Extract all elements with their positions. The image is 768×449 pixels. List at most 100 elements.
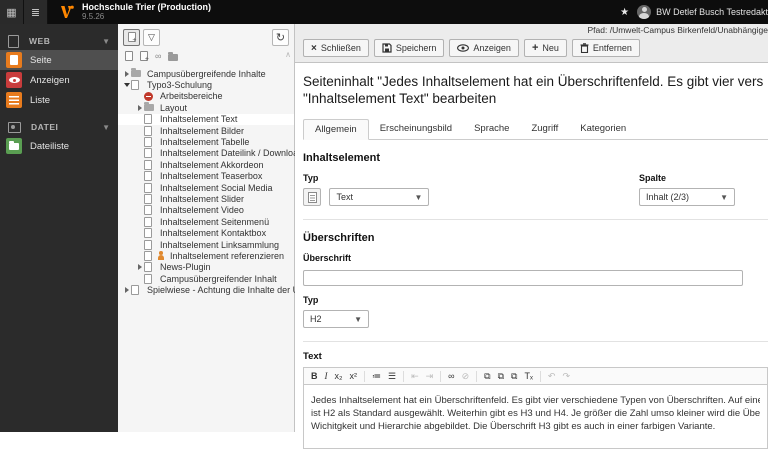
sidebar-item-anzeigen[interactable]: Anzeigen xyxy=(0,70,118,90)
tree-item[interactable]: Layout xyxy=(118,102,294,113)
new-link-icon[interactable]: ∞ xyxy=(155,52,161,61)
tree-item[interactable]: Campusübergreifende Inhalte xyxy=(118,68,294,79)
superscript-icon[interactable]: x² xyxy=(350,371,358,381)
schließen-button[interactable]: × Schließen xyxy=(303,39,369,57)
scroll-up-icon[interactable]: ∧ xyxy=(285,50,291,59)
new-page-icon xyxy=(127,32,137,44)
tree-item[interactable]: Inhaltselement referenzieren xyxy=(118,250,294,261)
site-title-block[interactable]: Hochschule Trier (Production) 9.5.26 xyxy=(82,2,211,22)
tree-toggle-icon[interactable] xyxy=(122,83,131,88)
tree-item[interactable]: Inhaltselement Text xyxy=(118,113,294,125)
new-page-button[interactable] xyxy=(123,28,140,46)
tree-item[interactable]: Inhaltselement Social Media xyxy=(118,182,294,193)
button-label: Anzeigen xyxy=(473,43,511,53)
remove-format-icon[interactable]: Tₓ xyxy=(524,371,532,381)
tree-toggle-icon[interactable] xyxy=(122,287,131,294)
refresh-button[interactable]: ↻ xyxy=(272,28,289,46)
ordered-list-icon[interactable]: ≔ xyxy=(372,371,381,381)
tab-kategorien[interactable]: Kategorien xyxy=(569,119,637,139)
folder-icon xyxy=(131,68,141,78)
typo3-logo[interactable] xyxy=(58,3,76,21)
anzeigen-button[interactable]: Anzeigen xyxy=(449,39,519,57)
page-icon xyxy=(144,262,157,273)
tree-item-label: Inhaltselement Video xyxy=(160,205,244,216)
page-icon xyxy=(144,159,152,170)
tree-item-label: Inhaltselement Kontaktbox xyxy=(160,228,267,239)
undo-icon: ↶ xyxy=(547,371,556,381)
italic-icon[interactable]: I xyxy=(325,371,328,381)
tree-item[interactable]: Inhaltselement Kontaktbox xyxy=(118,227,294,239)
tree-toggle-icon[interactable] xyxy=(122,70,131,77)
paste-text-icon[interactable]: ⧉ xyxy=(498,371,504,381)
view-module-icon xyxy=(6,72,22,88)
tree-item-label: Campusübergreifende Inhalte xyxy=(147,68,266,79)
spalte-label: Spalte xyxy=(639,173,667,183)
ueberschrift-typ-select[interactable]: H2 ▼ xyxy=(303,310,369,328)
tree-item[interactable]: Typo3-Schulung xyxy=(118,79,294,91)
new-page-alt-icon[interactable] xyxy=(140,51,149,63)
toolbar-separator xyxy=(476,370,478,382)
paste-icon[interactable]: ⧉ xyxy=(484,371,490,381)
sidebar-item-dateiliste[interactable]: Dateiliste xyxy=(0,136,118,156)
tree-item-label: Inhaltselement Tabelle xyxy=(160,137,250,148)
tree-item[interactable]: Inhaltselement Teaserbox xyxy=(118,171,294,182)
paste-word-icon[interactable]: ⧉ xyxy=(511,371,517,381)
sidebar-item-liste[interactable]: Liste xyxy=(0,90,118,110)
caret-right-icon xyxy=(124,287,129,294)
page-icon xyxy=(144,205,157,216)
tree-item[interactable]: Inhaltselement Video xyxy=(118,205,294,216)
page-icon xyxy=(144,171,157,182)
tab-erscheinungsbild[interactable]: Erscheinungsbild xyxy=(369,119,463,139)
sidebar-item-seite[interactable]: Seite xyxy=(0,50,118,70)
filter-button[interactable]: ▽ xyxy=(143,28,160,46)
typ-select[interactable]: Text ▼ xyxy=(329,188,430,206)
speichern-button[interactable]: Speichern xyxy=(373,39,445,57)
tree-item[interactable]: News-Plugin xyxy=(118,262,294,273)
modules-grid-icon[interactable]: ▦ xyxy=(0,0,24,24)
star-icon[interactable]: ★ xyxy=(612,7,637,18)
tree-item[interactable]: Inhaltselement Bilder xyxy=(118,125,294,136)
tree-item[interactable]: Inhaltselement Linksammlung xyxy=(118,239,294,250)
tree-item[interactable]: Inhaltselement Slider xyxy=(118,193,294,204)
sidebar-item-label: Dateiliste xyxy=(30,140,70,152)
tree-item[interactable]: Inhaltselement Seitenmenü xyxy=(118,216,294,227)
tab-sprache[interactable]: Sprache xyxy=(463,119,520,139)
module-section-header[interactable]: WEB ▼ xyxy=(0,32,118,50)
new-page-icon[interactable] xyxy=(125,51,133,61)
bold-icon[interactable]: B xyxy=(311,371,318,381)
page-title: Seiteninhalt "Jedes Inhaltselement hat e… xyxy=(303,74,764,89)
page-icon xyxy=(144,273,152,284)
close-icon: × xyxy=(311,42,317,54)
tree-toggle-icon[interactable] xyxy=(135,104,144,111)
folder-icon xyxy=(144,102,154,112)
tree-item[interactable]: Inhaltselement Dateilink / Download xyxy=(118,148,303,159)
tab-zugriff[interactable]: Zugriff xyxy=(520,119,569,139)
neu-button[interactable]: + Neu xyxy=(523,39,567,57)
rte-text-line: Jedes Inhaltselement hat ein Überschrift… xyxy=(311,395,760,406)
entfernen-button[interactable]: Entfernen xyxy=(571,39,640,57)
pagetree-list-icon[interactable]: ≣ xyxy=(24,0,48,24)
tab-allgemein[interactable]: Allgemein xyxy=(303,119,369,140)
doc-header: Pfad: /Umwelt-Campus Birkenfeld/Unabhäng… xyxy=(295,24,768,63)
ueberschrift-input[interactable] xyxy=(303,270,743,286)
rte-content[interactable]: Jedes Inhaltselement hat ein Überschrift… xyxy=(303,385,768,449)
tree-item[interactable]: Inhaltselement Tabelle xyxy=(118,136,294,148)
username[interactable]: BW Detlef Busch Testredakt xyxy=(656,7,768,17)
spalte-select[interactable]: Inhalt (2/3) ▼ xyxy=(639,188,735,206)
filelist-module-icon xyxy=(6,138,22,154)
subscript-icon[interactable]: x₂ xyxy=(335,371,343,381)
link-icon[interactable]: ∞ xyxy=(448,371,454,381)
tree-item[interactable]: Arbeitsbereiche xyxy=(118,91,294,102)
tree-item[interactable]: Spielwiese - Achtung die Inhalte der Un xyxy=(118,284,304,296)
path-label: Pfad: xyxy=(587,25,608,35)
tree-item[interactable]: Inhaltselement Akkordeon xyxy=(118,159,294,170)
avatar[interactable] xyxy=(637,5,652,19)
ueberschrift-typ-label: Typ xyxy=(303,295,319,305)
tree-toggle-icon[interactable] xyxy=(135,264,144,271)
new-folder-icon[interactable] xyxy=(168,51,179,61)
page-icon xyxy=(144,193,157,204)
tree-item[interactable]: Campusübergreifender Inhalt xyxy=(118,273,294,284)
site-title: Hochschule Trier (Production) xyxy=(82,2,212,12)
unordered-list-icon[interactable]: ☰ xyxy=(388,371,396,381)
module-section-header[interactable]: DATEI ▼ xyxy=(0,118,118,136)
